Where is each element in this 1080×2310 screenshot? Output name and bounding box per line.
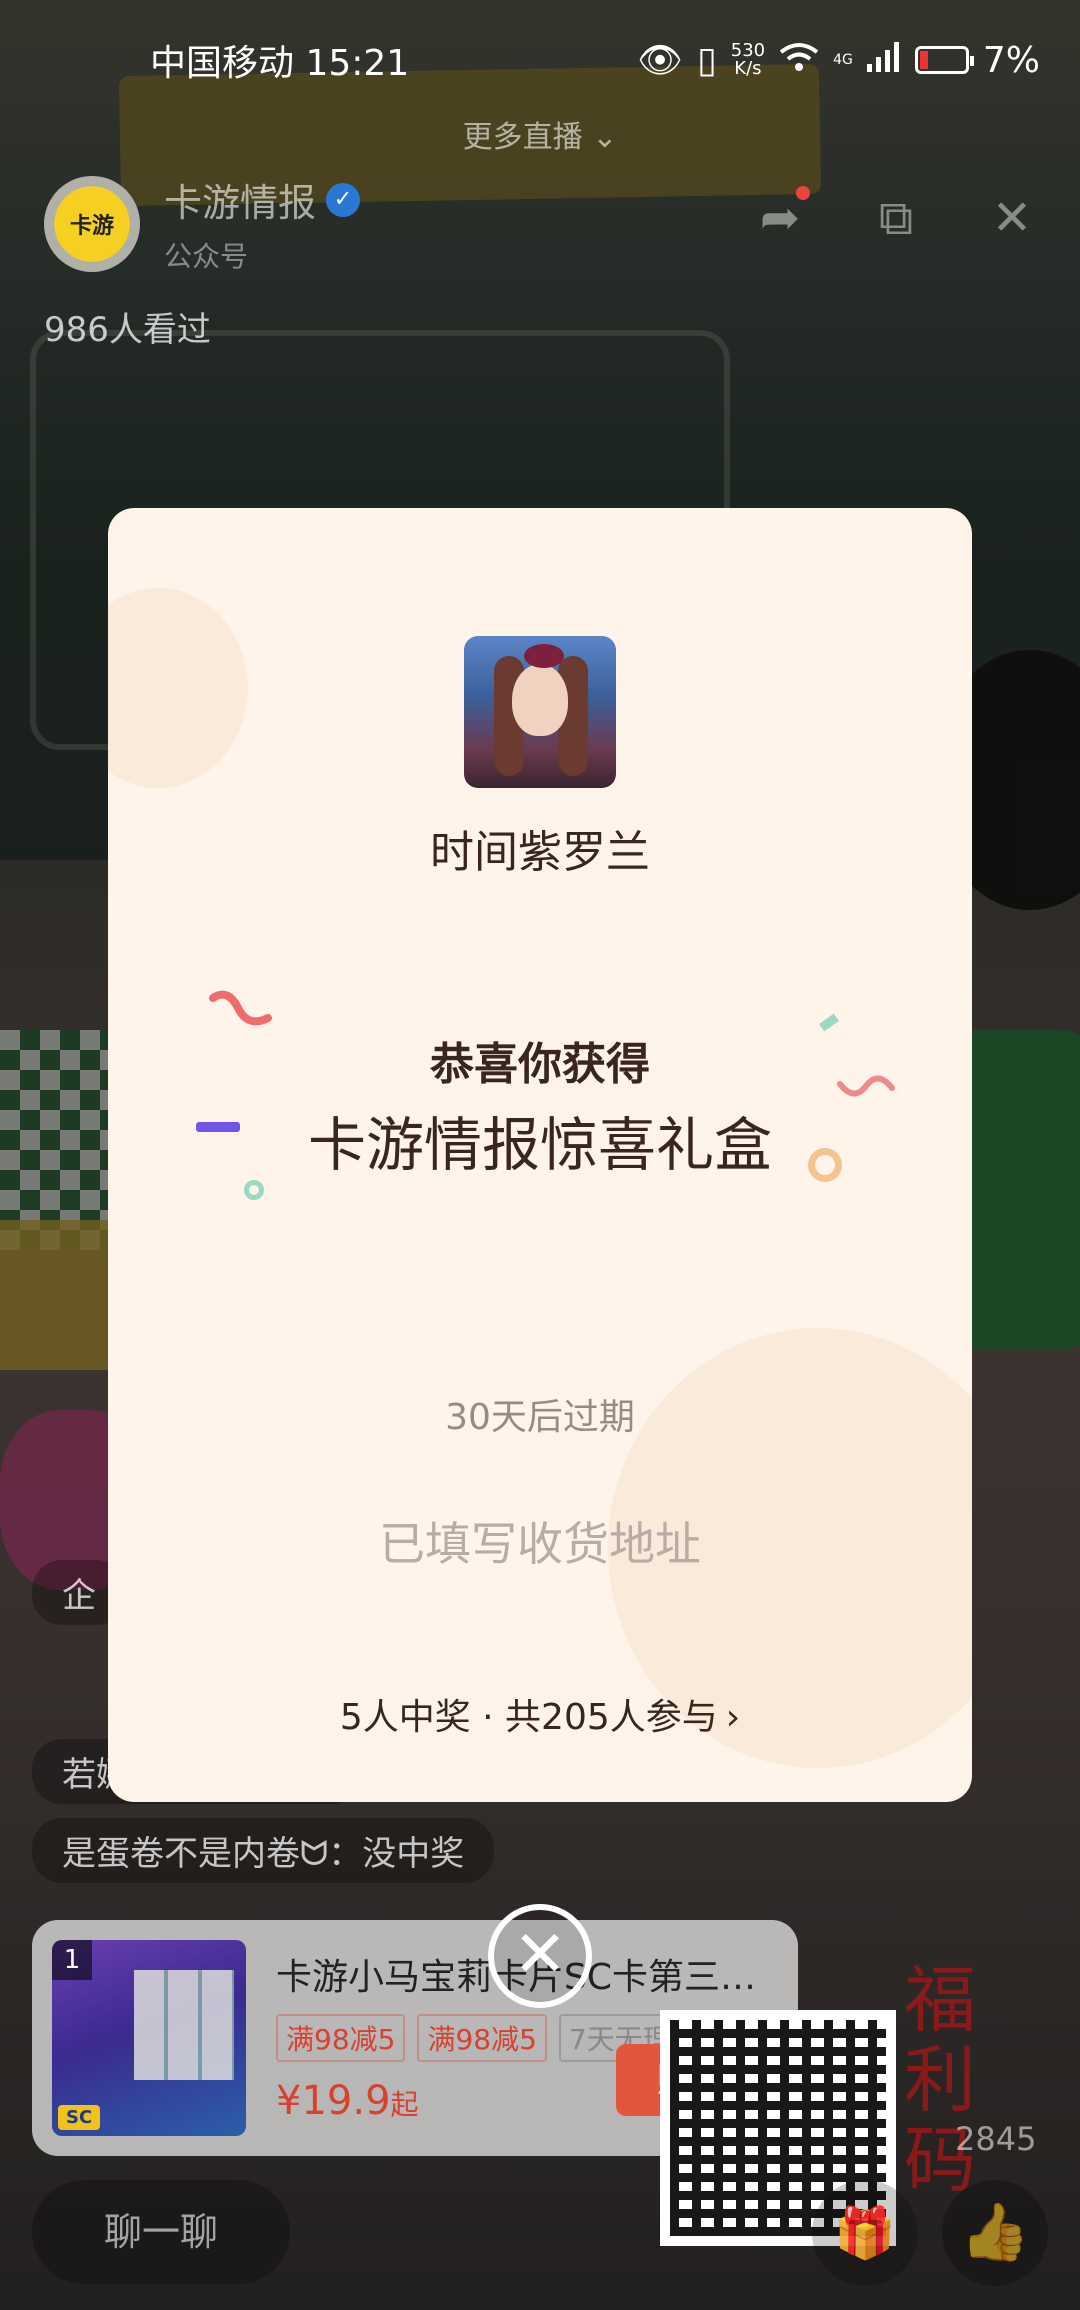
wifi-icon bbox=[779, 40, 819, 81]
net-speed-unit: K/s bbox=[734, 58, 762, 79]
net-speed: 530 K/s bbox=[731, 42, 765, 78]
avatar-logo-text: 卡游 bbox=[69, 213, 114, 239]
prize-title: 卡游情报惊喜礼盒 bbox=[307, 1111, 772, 1179]
product-price: ¥19.9起 bbox=[276, 2078, 419, 2124]
notification-dot bbox=[796, 186, 810, 200]
welfare-code-label: 福利码 bbox=[903, 1958, 976, 2202]
card-grid-graphic bbox=[134, 1970, 234, 2080]
gift-icon: 🎁 bbox=[833, 2204, 897, 2262]
share-icon: ➦ bbox=[759, 190, 801, 246]
account-name: 卡游情报 bbox=[164, 181, 317, 225]
price-value: ¥19.9 bbox=[276, 2078, 391, 2124]
prize-image bbox=[464, 636, 616, 788]
product-image[interactable]: 1 SC bbox=[52, 1940, 246, 2136]
expiry-text: 30天后过期 bbox=[445, 1397, 635, 1438]
more-live-button[interactable]: 更多直播 ⌄ bbox=[0, 112, 1080, 156]
comment-item: 是蛋卷不是内卷ᗢ：没中奖 bbox=[32, 1818, 495, 1883]
more-live-label: 更多直播 bbox=[462, 120, 583, 155]
status-bar: 中国移动 15:21 👁 ▯ 530 K/s 4G 7% bbox=[0, 0, 1080, 120]
battery-level: 7% bbox=[982, 39, 1040, 81]
like-count: 2845 bbox=[955, 2120, 1037, 2158]
winners-link[interactable]: 5人中奖 · 共205人参与 › bbox=[108, 1688, 972, 1740]
close-icon: ✕ bbox=[991, 190, 1033, 246]
close-modal-button[interactable]: ✕ bbox=[488, 1904, 592, 2008]
account-info[interactable]: 卡游 卡游情报 ✓ 公众号 bbox=[44, 172, 361, 275]
viewer-count: 986人看过 bbox=[44, 310, 211, 350]
battery-icon bbox=[914, 46, 974, 74]
signal-icon bbox=[866, 40, 901, 81]
discount-tag: 满98减5 bbox=[276, 2014, 406, 2062]
sc-badge: SC bbox=[58, 2105, 101, 2130]
float-window-button[interactable]: ⧉ bbox=[868, 190, 924, 246]
vibrate-icon: ▯ bbox=[696, 39, 717, 81]
status-icons: 👁 ▯ 530 K/s 4G 7% bbox=[637, 39, 1040, 82]
product-rank: 1 bbox=[52, 1940, 92, 1980]
confetti-decor bbox=[244, 1180, 264, 1200]
congrats-text: 恭喜你获得 bbox=[430, 1039, 650, 1090]
chevron-right-icon: › bbox=[725, 1697, 741, 1738]
top-actions: ➦ ⧉ ✕ bbox=[752, 186, 1040, 246]
signal-type: 4G bbox=[833, 52, 853, 68]
verified-icon: ✓ bbox=[326, 182, 361, 217]
chat-button[interactable]: 聊一聊 bbox=[32, 2180, 290, 2284]
share-button[interactable]: ➦ bbox=[752, 186, 810, 246]
thumbs-up-icon: 👍 bbox=[960, 2200, 1030, 2265]
price-suffix: 起 bbox=[390, 2088, 419, 2121]
carrier-time: 中国移动 15:21 bbox=[150, 43, 410, 84]
gift-button[interactable]: 🎁 bbox=[812, 2180, 918, 2286]
close-live-button[interactable]: ✕ bbox=[984, 190, 1040, 246]
prize-name: 时间紫罗兰 bbox=[430, 827, 650, 878]
account-type: 公众号 bbox=[164, 240, 249, 273]
like-button[interactable]: 👍 bbox=[942, 2180, 1048, 2286]
prize-modal: 时间紫罗兰 恭喜你获得 卡游情报惊喜礼盒 30天后过期 已填写收货地址 5人中奖… bbox=[108, 508, 972, 1802]
close-icon: ✕ bbox=[513, 1918, 567, 1992]
picture-in-picture-icon: ⧉ bbox=[878, 190, 914, 246]
discount-tag: 满98减5 bbox=[417, 2014, 547, 2062]
eye-icon: 👁 bbox=[637, 40, 683, 81]
avatar[interactable]: 卡游 bbox=[44, 175, 140, 272]
winners-text: 5人中奖 · 共205人参与 bbox=[339, 1697, 718, 1738]
decor-blob bbox=[108, 588, 248, 788]
chevron-down-icon: ⌄ bbox=[592, 120, 618, 155]
address-status[interactable]: 已填写收货地址 bbox=[108, 1508, 972, 1574]
